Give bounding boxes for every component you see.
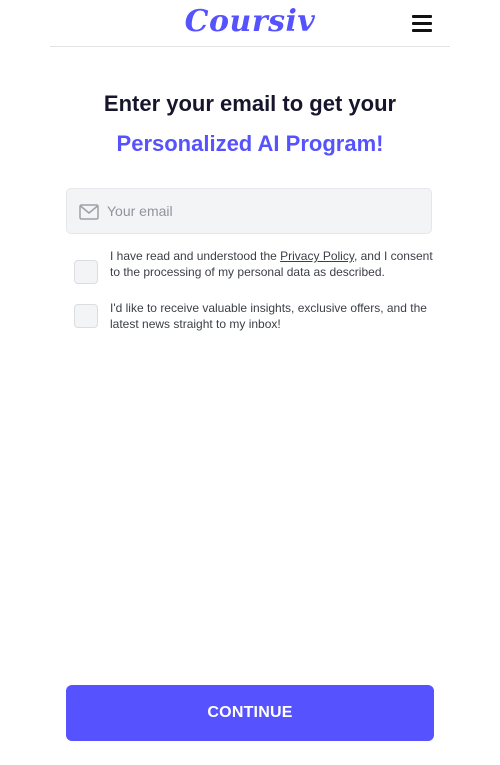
menu-bar xyxy=(412,29,432,32)
newsletter-consent-text: I'd like to receive valuable insights, e… xyxy=(110,301,427,331)
menu-bar xyxy=(412,15,432,18)
privacy-policy-link[interactable]: Privacy Policy xyxy=(280,249,354,263)
email-field-container[interactable] xyxy=(66,188,432,234)
continue-button[interactable]: CONTINUE xyxy=(66,685,434,741)
menu-bar xyxy=(412,22,432,25)
coursiv-logo[interactable]: Coursiv xyxy=(185,4,316,40)
email-input[interactable] xyxy=(107,189,417,233)
newsletter-consent-checkbox[interactable] xyxy=(74,304,98,328)
hamburger-menu-icon[interactable] xyxy=(411,13,433,33)
privacy-consent-text-before: I have read and understood the xyxy=(110,249,281,263)
privacy-consent-text: I have read and understood the Privacy P… xyxy=(110,248,440,280)
envelope-icon xyxy=(79,204,99,220)
privacy-consent-checkbox[interactable] xyxy=(74,260,98,284)
page-subtitle: Personalized AI Program! xyxy=(116,131,384,156)
page-title: Enter your email to get your xyxy=(103,91,397,116)
header: Coursiv xyxy=(50,0,450,47)
